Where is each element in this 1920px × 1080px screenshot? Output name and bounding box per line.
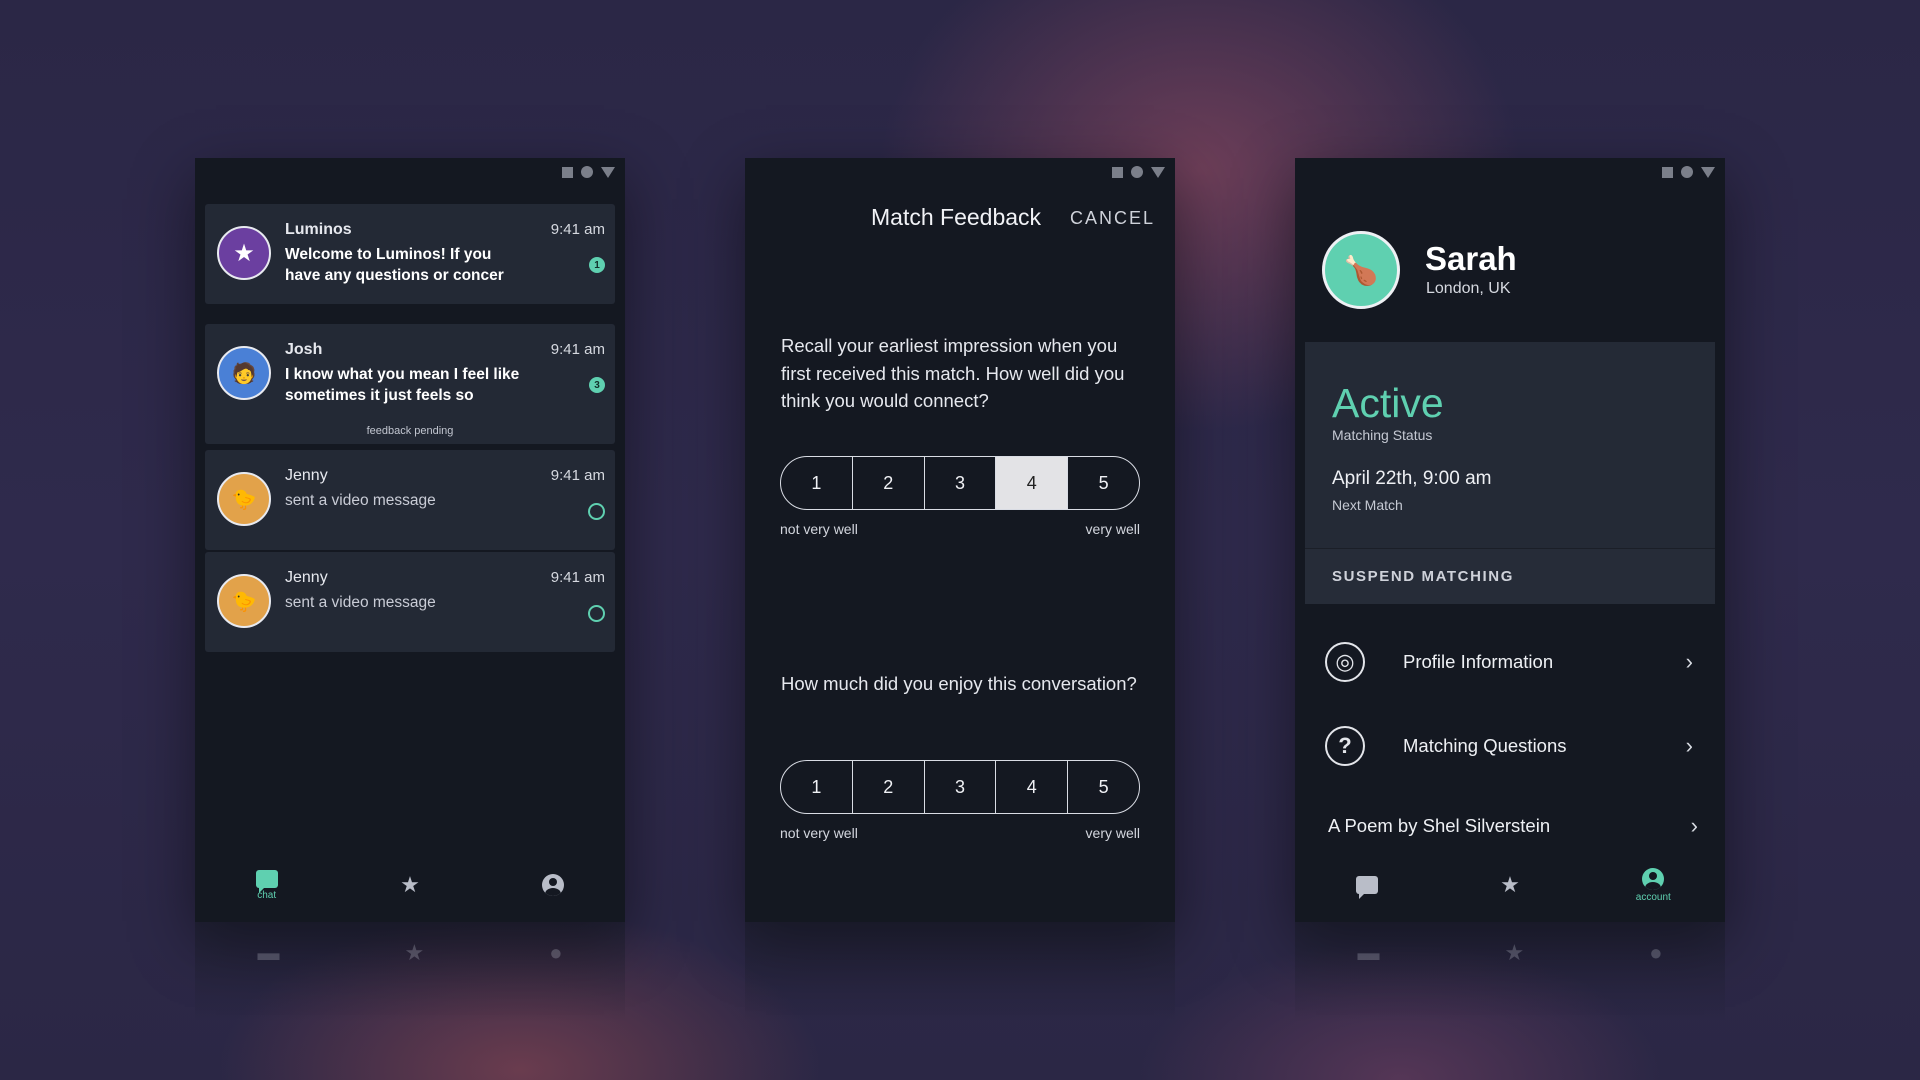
feedback-screen: Match Feedback CANCEL Recall your earlie… xyxy=(745,158,1175,922)
conversation-preview: I know what you mean I feel like sometim… xyxy=(285,366,520,404)
triangle-icon xyxy=(601,166,615,178)
conversation-time: 9:41 am xyxy=(550,467,605,484)
conversation-name: Jenny xyxy=(285,467,328,484)
next-match-caption: Next Match xyxy=(1332,497,1403,513)
nav-chat[interactable]: chat xyxy=(227,869,307,901)
chevron-right-icon: › xyxy=(1690,813,1698,838)
cancel-button[interactable]: CANCEL xyxy=(1070,208,1155,229)
rating-option[interactable]: 3 xyxy=(925,457,997,509)
nav-favorites[interactable]: ★ xyxy=(370,873,450,897)
triangle-icon xyxy=(1151,166,1165,178)
rating-option[interactable]: 5 xyxy=(1068,457,1139,509)
nav-account[interactable]: account xyxy=(1613,867,1693,903)
rating-option[interactable]: 3 xyxy=(925,761,997,813)
conversation-item-jenny[interactable]: 🐤 Jenny 9:41 am sent a video message xyxy=(205,552,615,652)
conversation-name: Josh xyxy=(285,341,323,358)
question-text: How much did you enjoy this conversation… xyxy=(781,673,1137,694)
menu-item-matching-questions[interactable]: ? Matching Questions › xyxy=(1305,716,1715,776)
menu-item-label: Profile Information xyxy=(1403,651,1554,672)
square-icon xyxy=(562,166,573,178)
rating-option[interactable]: 2 xyxy=(853,457,925,509)
suspend-matching-button[interactable]: SUSPEND MATCHING xyxy=(1305,548,1715,604)
square-icon xyxy=(1112,166,1123,178)
status-bar xyxy=(1295,158,1725,186)
triangle-icon xyxy=(1701,166,1715,178)
matching-status-caption: Matching Status xyxy=(1332,427,1433,443)
conversation-item-josh[interactable]: 🧑 Josh 9:41 am I know what you mean I fe… xyxy=(205,324,615,444)
scale-high-label: very well xyxy=(1085,521,1140,537)
square-icon xyxy=(1662,166,1673,178)
conversation-item-jenny[interactable]: 🐤 Jenny 9:41 am sent a video message xyxy=(205,450,615,550)
circle-icon xyxy=(1681,166,1693,178)
conversation-time: 9:41 am xyxy=(550,569,605,586)
bottom-nav: ★ account xyxy=(1295,860,1725,910)
nav-favorites[interactable]: ★ xyxy=(1470,873,1550,897)
conversation-time: 9:41 am xyxy=(550,341,605,358)
nav-chat[interactable] xyxy=(1327,876,1407,899)
nav-label: account xyxy=(1635,891,1671,903)
conversation-preview: sent a video message xyxy=(285,594,436,611)
avatar: ★ xyxy=(217,226,271,280)
conversation-preview: Welcome to Luminos! If you have any ques… xyxy=(285,246,504,284)
conversation-name: Luminos xyxy=(285,221,352,238)
status-bar xyxy=(745,158,1175,186)
menu-item-profile-information[interactable]: ◎ Profile Information › xyxy=(1305,632,1715,692)
chevron-right-icon: › xyxy=(1685,733,1693,758)
astronaut-helmet-icon: ◎ xyxy=(1325,642,1365,682)
profile-location: London, UK xyxy=(1426,280,1511,297)
nav-account[interactable] xyxy=(513,874,593,896)
chat-screen: ★ Luminos 9:41 am Welcome to Luminos! If… xyxy=(195,158,625,922)
scale-high-label: very well xyxy=(1085,825,1140,841)
account-screen: 🍗 Sarah London, UK Active Matching Statu… xyxy=(1295,158,1725,922)
rating-option[interactable]: 1 xyxy=(781,761,853,813)
scale-low-label: not very well xyxy=(780,825,858,841)
reflection xyxy=(745,922,1175,1022)
conversation-item-luminos[interactable]: ★ Luminos 9:41 am Welcome to Luminos! If… xyxy=(205,204,615,304)
star-icon: ★ xyxy=(233,239,255,267)
conversation-time: 9:41 am xyxy=(550,221,605,238)
account-icon xyxy=(1642,867,1665,890)
question-icon: ? xyxy=(1325,726,1365,766)
account-icon xyxy=(542,874,565,896)
circle-icon xyxy=(1131,166,1143,178)
rating-option[interactable]: 2 xyxy=(853,761,925,813)
conversation-name: Jenny xyxy=(285,569,328,586)
page-title: Match Feedback xyxy=(871,204,1042,230)
conversation-preview: sent a video message xyxy=(285,492,436,509)
unread-badge: 3 xyxy=(589,377,605,393)
profile-name: Sarah xyxy=(1425,240,1517,277)
chat-bubble-icon xyxy=(1355,876,1378,899)
rating-scale: 1 2 3 4 5 xyxy=(780,760,1140,814)
menu-item-label: Matching Questions xyxy=(1403,735,1567,756)
question-text: Recall your earliest impression when you… xyxy=(781,335,1125,411)
feedback-pending-label: feedback pending xyxy=(366,425,454,437)
star-icon: ★ xyxy=(1500,872,1520,897)
matching-status-card: Active Matching Status April 22th, 9:00 … xyxy=(1305,342,1715,604)
avatar[interactable]: 🍗 xyxy=(1322,231,1400,309)
scale-low-label: not very well xyxy=(780,521,858,537)
reflection: ▬ ★ ● xyxy=(195,922,625,1022)
matching-status: Active xyxy=(1332,380,1444,426)
read-indicator xyxy=(588,605,605,622)
avatar: 🐤 xyxy=(217,574,271,628)
next-match-date: April 22th, 9:00 am xyxy=(1332,468,1492,489)
menu-item-poem[interactable]: A Poem by Shel Silverstein › xyxy=(1305,808,1715,844)
rating-option[interactable]: 5 xyxy=(1068,761,1139,813)
chat-bubble-icon xyxy=(255,869,278,893)
rating-option[interactable]: 1 xyxy=(781,457,853,509)
chevron-right-icon: › xyxy=(1685,649,1693,674)
reflection: ▬ ★ ● xyxy=(1295,922,1725,1022)
avatar: 🧑 xyxy=(217,346,271,400)
read-indicator xyxy=(588,503,605,520)
menu-item-label: A Poem by Shel Silverstein xyxy=(1328,815,1551,836)
bottom-nav: chat ★ xyxy=(195,860,625,910)
rating-option[interactable]: 4 xyxy=(996,761,1069,813)
unread-badge: 1 xyxy=(589,257,605,273)
rating-option-selected[interactable]: 4 xyxy=(996,457,1069,509)
status-bar xyxy=(195,158,625,186)
star-icon: ★ xyxy=(400,872,420,897)
rating-scale: 1 2 3 4 5 xyxy=(780,456,1140,510)
circle-icon xyxy=(581,166,593,178)
avatar: 🐤 xyxy=(217,472,271,526)
